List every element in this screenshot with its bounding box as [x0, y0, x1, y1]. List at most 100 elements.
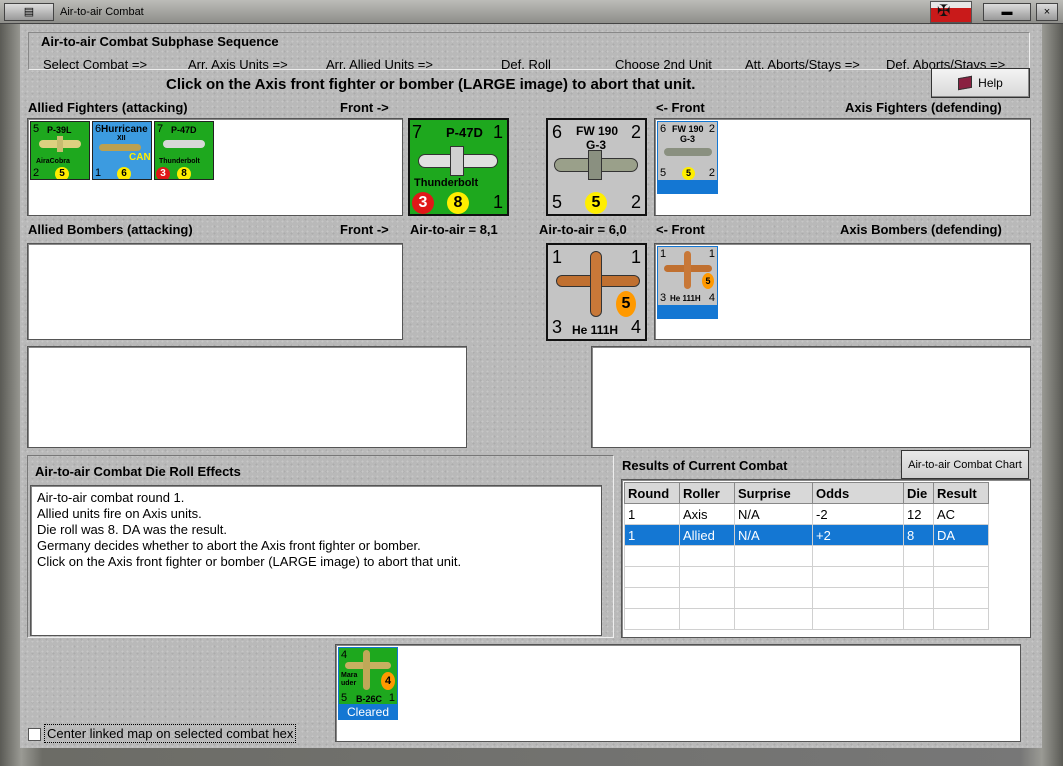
help-label: Help — [978, 76, 1003, 90]
counter-tl: 1 — [552, 247, 563, 267]
counter-tl: 7 — [157, 123, 164, 135]
table-row[interactable]: 1 Axis N/A -2 12 AC — [624, 503, 989, 525]
die-roll-effects-panel: Air-to-air Combat Die Roll Effects Air-t… — [27, 455, 614, 638]
seq-arr-axis: Arr. Axis Units => — [188, 57, 288, 72]
counter-die-orange: 5 — [702, 273, 714, 289]
axis-bombers-front: <- Front — [656, 222, 705, 237]
counter-br: 1 — [388, 692, 395, 704]
cell-odds: +2 — [812, 524, 904, 546]
col-die[interactable]: Die — [903, 482, 934, 504]
combat-panel: Air-to-air Combat Subphase Sequence Sele… — [20, 24, 1042, 748]
he111-fuselage-icon — [590, 251, 602, 317]
counter-name: FW 190 — [672, 124, 704, 134]
cell-roller: Axis — [679, 503, 735, 525]
subphase-sequence: Air-to-air Combat Subphase Sequence Sele… — [28, 32, 1030, 72]
counter-bl: 5 — [552, 192, 563, 212]
effects-line: Click on the Axis front fighter or bombe… — [37, 554, 462, 569]
center-map-label[interactable]: Center linked map on selected combat hex — [44, 724, 297, 743]
counter-nation: CAN — [129, 152, 151, 163]
counter-die-red: 3 — [412, 192, 434, 214]
counter-tr: 2 — [708, 123, 715, 135]
table-row-selected[interactable]: 1 Allied N/A +2 8 DA — [624, 524, 989, 546]
counter-name: He 111H — [572, 323, 619, 337]
seq-def-roll: Def. Roll — [501, 57, 551, 72]
counter-tl: 6 — [552, 122, 563, 142]
front-axis-fighter-counter[interactable]: 6 FW 190 G-3 2 5 5 2 — [546, 118, 647, 216]
counter-name: P-39L — [47, 125, 72, 135]
col-odds[interactable]: Odds — [812, 482, 904, 504]
counter-bl: 5 — [341, 692, 348, 704]
axis-fighter-selected-bar — [657, 181, 718, 194]
axis-bomber-selected-bar — [657, 306, 718, 319]
axis-fighters-header: Axis Fighters (defending) — [845, 100, 1002, 115]
effects-line: Germany decides whether to abort the Axi… — [37, 538, 421, 553]
p47-wing-icon — [450, 146, 464, 176]
center-map-checkbox[interactable] — [28, 728, 41, 741]
close-button[interactable]: × — [1036, 3, 1058, 21]
axis-bombers-box: 1 1 5 3 He 111H 4 — [654, 243, 1031, 340]
front-axis-bomber-counter[interactable]: 1 1 5 3 He 111H 4 — [546, 243, 647, 341]
counter-tr: 1 — [630, 247, 641, 267]
counter-tl: 4 — [341, 649, 348, 661]
allied-fighter-counter[interactable]: 7 P-47D Thunderbolt 3 8 — [154, 121, 214, 180]
system-menu-button[interactable]: ▤ — [4, 3, 54, 21]
axis-fighter-counter[interactable]: 6 FW 190 G-3 2 5 5 2 — [657, 121, 718, 181]
counter-die: 8 — [177, 167, 191, 179]
cell-surprise: N/A — [734, 503, 813, 525]
plane-icon — [664, 148, 712, 156]
counter-tl: 7 — [412, 122, 423, 142]
allied-fighters-header: Allied Fighters (attacking) — [28, 100, 188, 115]
counter-die-orange: 4 — [381, 672, 395, 690]
counter-sub: G-3 — [680, 134, 696, 144]
counter-bl: 5 — [660, 167, 667, 179]
col-result[interactable]: Result — [933, 482, 989, 504]
axis-bomber-counter[interactable]: 1 1 5 3 He 111H 4 — [657, 246, 718, 306]
minimize-button[interactable]: ▬ — [983, 3, 1031, 21]
allied-fighter-counter[interactable]: 5 P-39L AiraCobra 2 5 — [30, 121, 90, 180]
effects-line: Air-to-air combat round 1. — [37, 490, 185, 505]
allied-fighter-counter[interactable]: 6 Hurricane XII CAN 1 6 — [92, 121, 152, 180]
allied-fighters-front: Front -> — [340, 100, 389, 115]
counter-tl: 6 — [660, 123, 667, 135]
results-title: Results of Current Combat — [622, 458, 788, 473]
col-round[interactable]: Round — [624, 482, 680, 504]
allied-fighters-box: 5 P-39L AiraCobra 2 5 6 Hurricane XII CA… — [27, 118, 403, 216]
col-roller[interactable]: Roller — [679, 482, 735, 504]
cell-die: 8 — [903, 524, 934, 546]
counter-name: Hurricane — [101, 124, 148, 135]
counter-tl: 1 — [660, 248, 667, 260]
plane-icon — [99, 144, 141, 151]
seq-select-combat: Select Combat => — [43, 57, 148, 72]
air-combat-chart-button[interactable]: Air-to-air Combat Chart — [901, 450, 1029, 479]
counter-br: 4 — [630, 317, 641, 337]
col-surprise[interactable]: Surprise — [734, 482, 813, 504]
effects-log[interactable]: Air-to-air combat round 1. Allied units … — [30, 485, 602, 636]
cell-roller: Allied — [679, 524, 735, 546]
instruction-text: Click on the Axis front fighter or bombe… — [166, 76, 696, 93]
front-allied-fighter-counter[interactable]: 7 P-47D 1 Thunderbolt 3 8 1 — [408, 118, 509, 216]
allied-a2a-value: Air-to-air = 8,1 — [410, 222, 498, 237]
counter-br: 2 — [630, 192, 641, 212]
axis-fighters-box: 6 FW 190 G-3 2 5 5 2 — [654, 118, 1031, 216]
cell-round: 1 — [624, 503, 680, 525]
axis-fighters-front: <- Front — [656, 100, 705, 115]
counter-bl: 1 — [95, 167, 102, 179]
help-button[interactable]: Help — [931, 68, 1030, 98]
counter-bl: 3 — [660, 292, 667, 304]
cleared-units-box: 4 Marauder 4 5 B-26C 1 Cleared — [335, 644, 1021, 742]
axis-bombers-header: Axis Bombers (defending) — [840, 222, 1002, 237]
seq-choose-2nd: Choose 2nd Unit — [615, 57, 712, 72]
cell-die: 12 — [903, 503, 934, 525]
counter-sub: AiraCobra — [36, 158, 70, 165]
counter-die: 5 — [682, 167, 695, 180]
effects-line: Die roll was 8. DA was the result. — [37, 522, 228, 537]
counter-name: P-47D — [171, 125, 197, 135]
cleared-bomber-counter[interactable]: 4 Marauder 4 5 B-26C 1 — [338, 647, 398, 705]
counter-bl: 2 — [33, 167, 40, 179]
counter-die: 5 — [585, 192, 607, 214]
table-row-empty — [624, 608, 989, 630]
counter-br: 4 — [708, 292, 715, 304]
results-table-box: Round Roller Surprise Odds Die Result 1 … — [621, 479, 1031, 638]
allied-bombers-box — [27, 243, 403, 340]
plane-fuselage-icon — [363, 650, 370, 690]
